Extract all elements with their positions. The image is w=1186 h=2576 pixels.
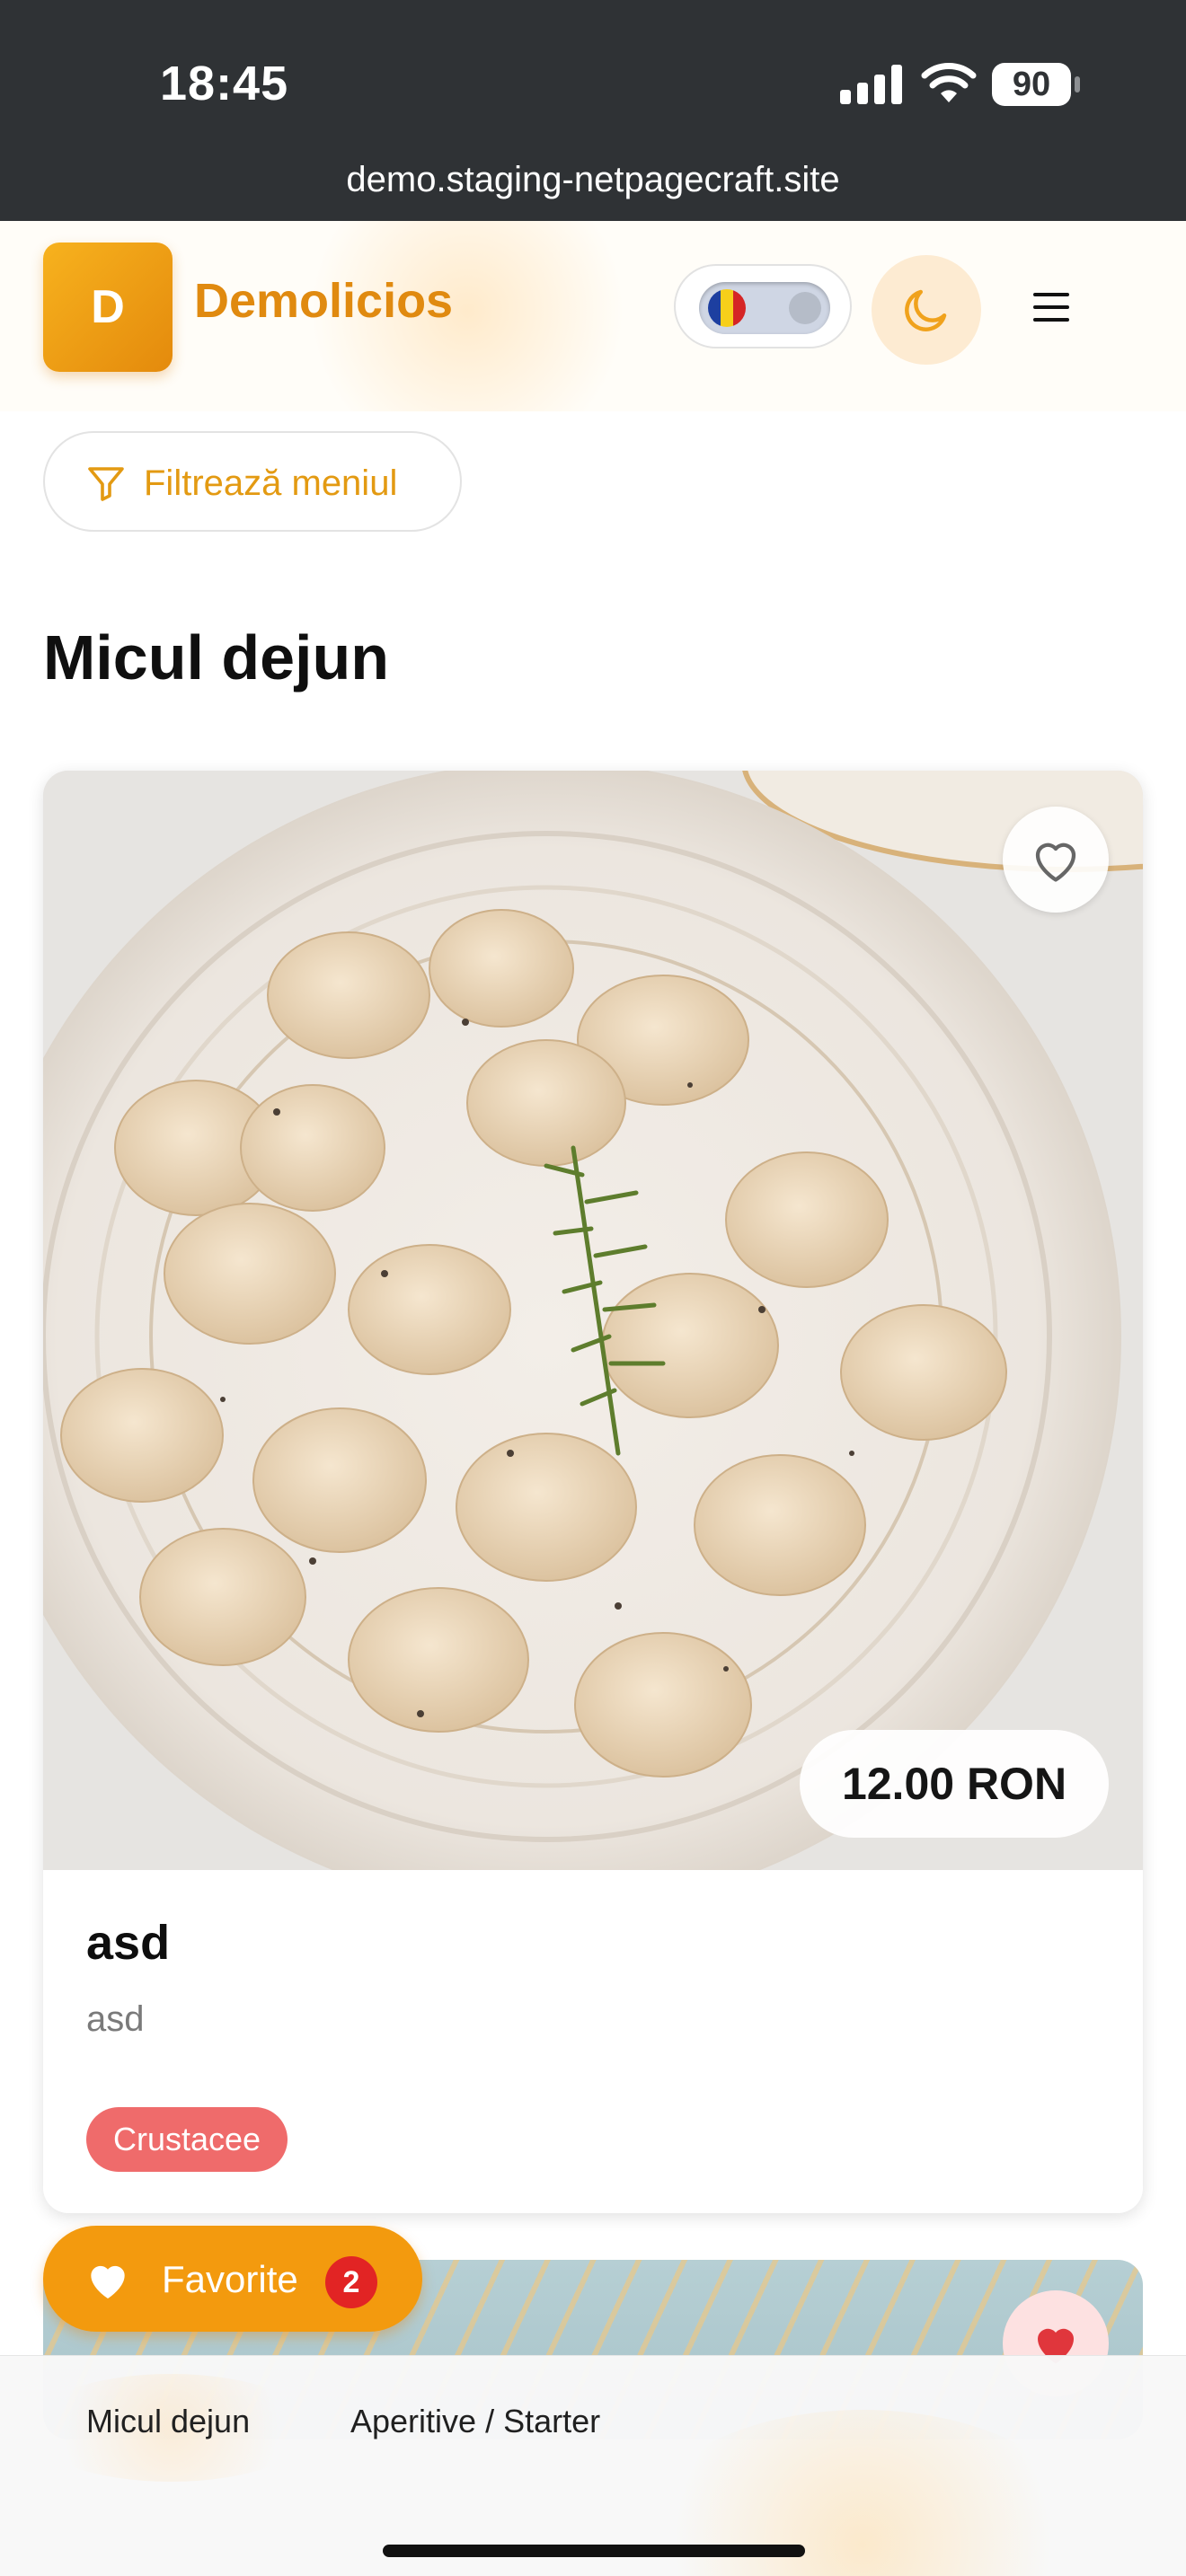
category-tab-micul-dejun[interactable]: Micul dejun <box>86 2403 250 2440</box>
section-title: Micul dejun <box>43 622 389 693</box>
browser-status-bar: 18:45 90 demo.staging-netpagecraft.site <box>0 0 1186 221</box>
status-time: 18:45 <box>160 57 289 110</box>
brand-logo[interactable]: D <box>43 243 173 372</box>
filter-menu-label: Filtrează meniul <box>144 463 398 503</box>
site-header: D Demolicios <box>0 221 1186 411</box>
category-tab-aperitive[interactable]: Aperitive / Starter <box>350 2403 600 2440</box>
address-bar-url[interactable]: demo.staging-netpagecraft.site <box>0 160 1186 200</box>
heart-outline-icon <box>1035 842 1076 882</box>
moon-icon <box>905 289 947 331</box>
filter-menu-button[interactable]: Filtrează meniul <box>43 431 462 532</box>
favorite-toggle-button[interactable] <box>1003 807 1109 913</box>
dumplings-illustration <box>43 771 1143 1870</box>
price-badge: 12.00 RON <box>800 1730 1109 1838</box>
menu-item-title: asd <box>86 1916 171 1970</box>
menu-item-photo: 12.00 RON <box>43 771 1143 1870</box>
hamburger-menu-icon <box>1033 293 1069 322</box>
toggle-knob <box>789 292 821 324</box>
theme-toggle-button[interactable] <box>872 255 981 365</box>
allergen-tag: Crustacee <box>86 2107 288 2172</box>
romania-flag-icon <box>708 289 746 327</box>
wifi-icon <box>921 63 977 102</box>
language-toggle[interactable] <box>674 264 852 348</box>
cellular-signal-icon <box>840 65 903 104</box>
heart-icon <box>91 2265 125 2298</box>
home-indicator <box>383 2545 805 2557</box>
favorites-button[interactable]: Favorite 2 <box>43 2226 422 2332</box>
filter-icon <box>88 467 124 501</box>
hamburger-menu-button[interactable] <box>1024 280 1078 334</box>
category-nav: Micul dejun Aperitive / Starter <box>0 2355 1186 2576</box>
language-toggle-track <box>699 282 830 334</box>
menu-item-description: asd <box>86 1999 145 2039</box>
favorites-count-badge: 2 <box>325 2256 377 2308</box>
brand-name[interactable]: Demolicios <box>194 273 453 329</box>
favorites-label: Favorite <box>162 2258 298 2300</box>
menu-item-card[interactable]: 12.00 RON asd asd Crustacee <box>43 771 1143 2213</box>
battery-indicator: 90 <box>992 63 1080 106</box>
